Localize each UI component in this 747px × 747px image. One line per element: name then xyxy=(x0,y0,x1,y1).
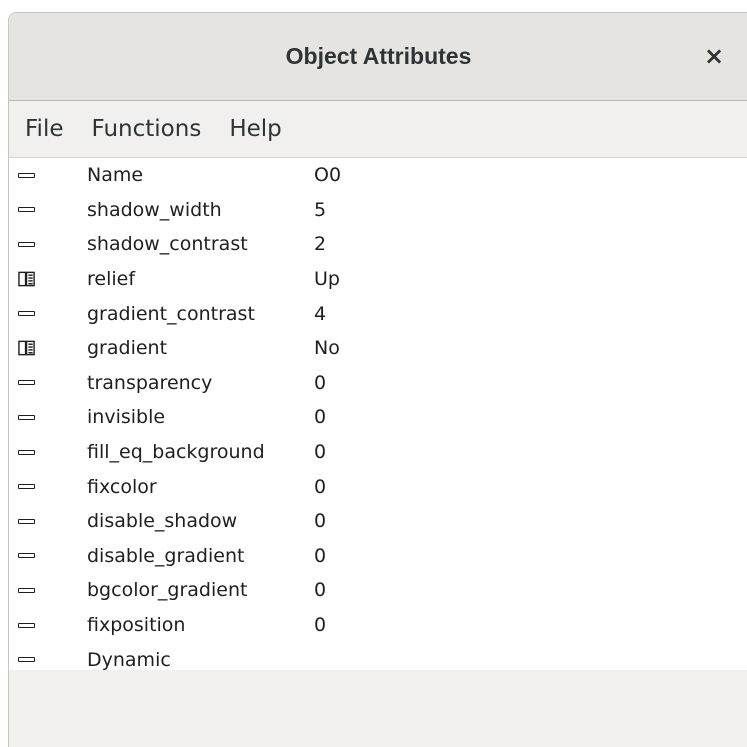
attribute-name: gradient_contrast xyxy=(87,302,255,325)
close-icon[interactable]: × xyxy=(698,40,730,72)
object-attributes-window: Object Attributes × File Functions Help … xyxy=(8,12,747,747)
attribute-row[interactable]: fixposition 0 xyxy=(9,608,747,643)
dash-icon xyxy=(18,374,36,392)
attribute-value: 2 xyxy=(314,233,327,256)
attribute-row[interactable]: disable_shadow 0 xyxy=(9,504,747,539)
book-icon xyxy=(18,339,36,357)
attribute-value: Up xyxy=(314,268,340,291)
attribute-name: bgcolor_gradient xyxy=(87,579,248,602)
attribute-name: Name xyxy=(87,164,144,187)
attribute-value: 5 xyxy=(314,198,327,221)
attribute-name: fixposition xyxy=(87,614,186,637)
attribute-name: fill_eq_background xyxy=(87,441,265,464)
attribute-value: 0 xyxy=(314,371,327,394)
dash-icon xyxy=(18,443,36,461)
attribute-name: transparency xyxy=(87,371,213,394)
attribute-name: fixcolor xyxy=(87,475,157,498)
menu-file[interactable]: File xyxy=(13,116,78,142)
menu-bar: File Functions Help xyxy=(9,101,747,157)
attribute-name: invisible xyxy=(87,406,166,429)
dash-icon xyxy=(18,547,36,565)
dash-icon xyxy=(18,651,36,669)
attribute-name: gradient xyxy=(87,337,168,360)
attribute-value: 4 xyxy=(314,302,327,325)
dash-icon xyxy=(18,408,36,426)
menu-help[interactable]: Help xyxy=(215,116,295,142)
attribute-row[interactable]: gradient No xyxy=(9,331,747,366)
book-icon xyxy=(18,270,36,288)
attribute-value: 0 xyxy=(314,441,327,464)
attribute-row[interactable]: invisible 0 xyxy=(9,400,747,435)
attribute-name: disable_gradient xyxy=(87,544,245,567)
attribute-value: 0 xyxy=(314,614,327,637)
attribute-value: O0 xyxy=(314,164,342,187)
attribute-value: 0 xyxy=(314,510,327,533)
menu-functions[interactable]: Functions xyxy=(78,116,216,142)
attribute-row[interactable]: Name O0 xyxy=(9,158,747,193)
attribute-row[interactable]: gradient_contrast 4 xyxy=(9,296,747,331)
attribute-value: 0 xyxy=(314,544,327,567)
attribute-list: Name O0 shadow_width 5 shadow_contrast 2 relie… xyxy=(9,157,747,671)
attribute-row[interactable]: bgcolor_gradient 0 xyxy=(9,573,747,608)
attribute-name: disable_shadow xyxy=(87,510,238,533)
window-title: Object Attributes xyxy=(285,43,472,69)
dash-icon xyxy=(18,235,36,253)
attribute-name: Dynamic xyxy=(87,648,171,671)
dash-icon xyxy=(18,478,36,496)
attribute-name: shadow_contrast xyxy=(87,233,248,256)
dash-icon xyxy=(18,166,36,184)
attribute-value: 0 xyxy=(314,475,327,498)
attribute-row[interactable]: shadow_contrast 2 xyxy=(9,227,747,262)
attribute-row[interactable]: relief Up xyxy=(9,262,747,297)
dash-icon xyxy=(18,512,36,530)
attribute-row[interactable]: fill_eq_background 0 xyxy=(9,435,747,470)
attribute-value: 0 xyxy=(314,406,327,429)
bottom-panel xyxy=(9,670,747,747)
dash-icon xyxy=(18,581,36,599)
title-bar[interactable]: Object Attributes × xyxy=(9,13,747,101)
attribute-value: 0 xyxy=(314,579,327,602)
dash-icon xyxy=(18,616,36,634)
attribute-row[interactable]: shadow_width 5 xyxy=(9,193,747,228)
dash-icon xyxy=(18,305,36,323)
attribute-name: relief xyxy=(87,268,136,291)
attribute-row[interactable]: transparency 0 xyxy=(9,366,747,401)
attribute-row[interactable]: disable_gradient 0 xyxy=(9,539,747,574)
dash-icon xyxy=(18,201,36,219)
attribute-row[interactable]: fixcolor 0 xyxy=(9,469,747,504)
attribute-value: No xyxy=(314,337,340,360)
attribute-name: shadow_width xyxy=(87,198,222,221)
